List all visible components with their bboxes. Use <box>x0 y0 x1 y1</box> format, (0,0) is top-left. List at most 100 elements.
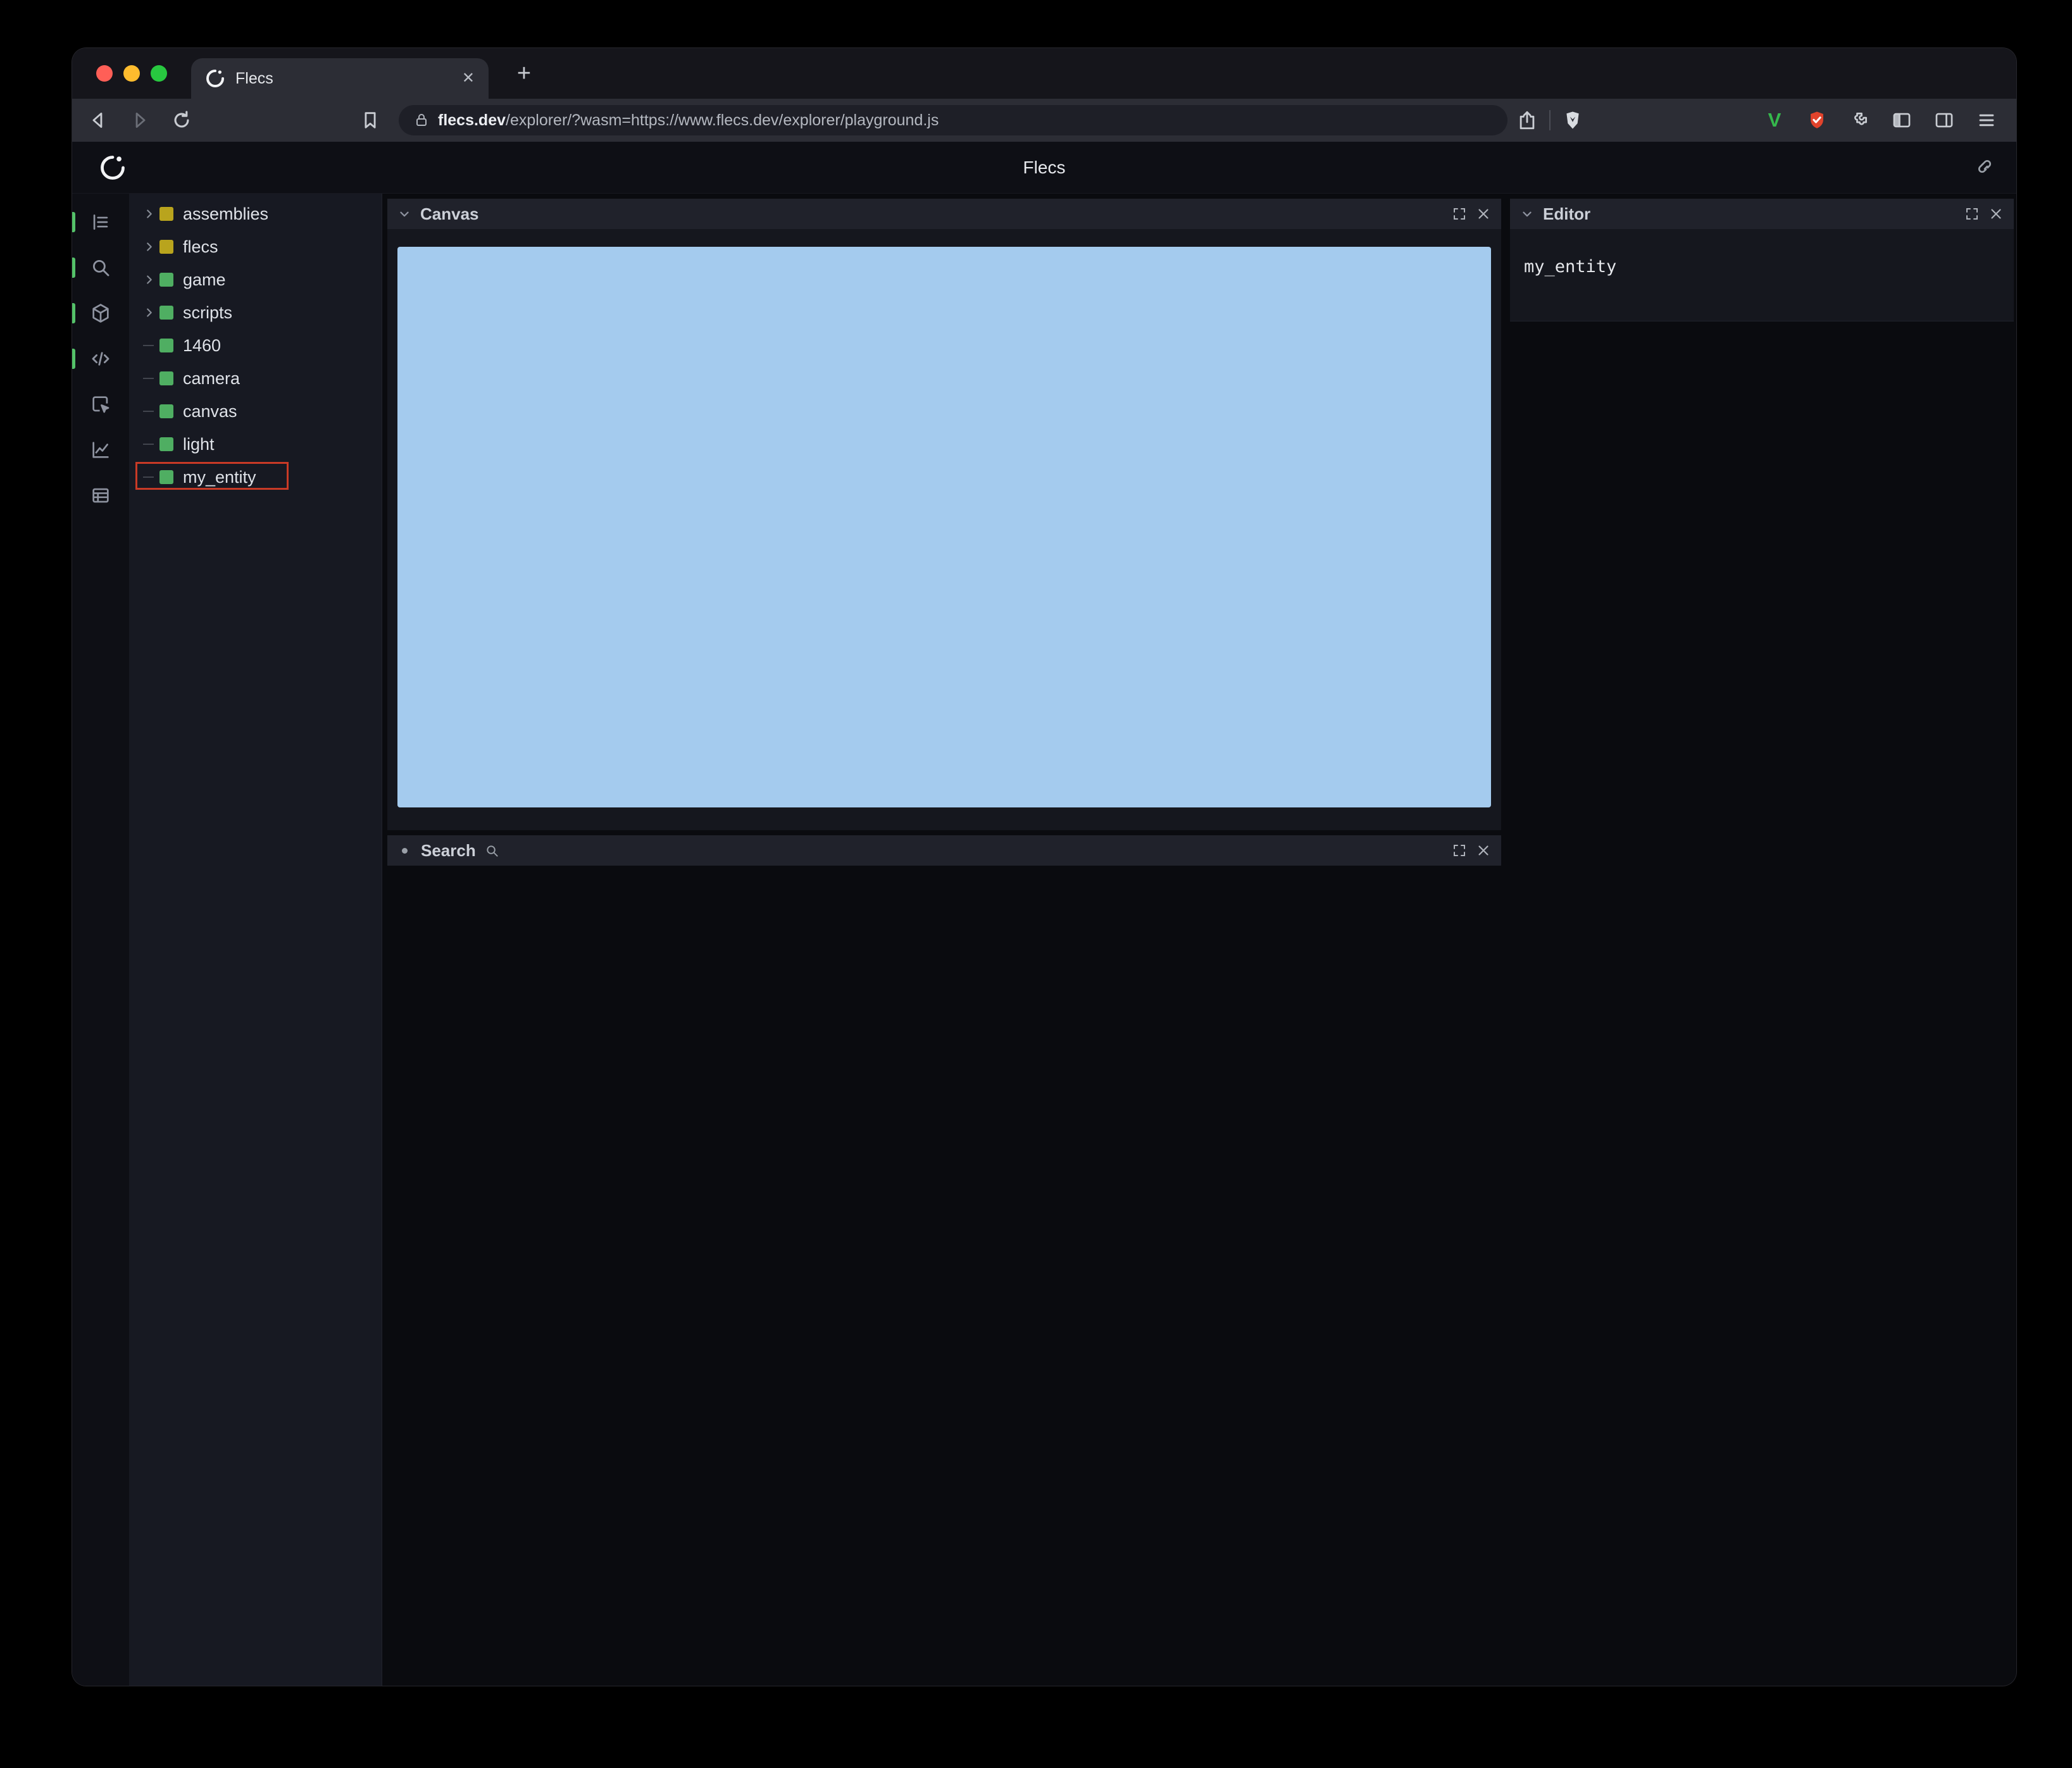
panel-title: Canvas <box>420 204 479 223</box>
active-panel-indicator <box>72 212 75 232</box>
tree-item-label: my_entity <box>183 467 256 487</box>
entity-tree-icon[interactable] <box>90 211 111 233</box>
active-panel-indicator <box>72 303 75 323</box>
collapse-chevron-icon[interactable] <box>1520 207 1534 221</box>
entity-color-square <box>159 240 173 254</box>
entity-color-square <box>159 207 173 221</box>
lock-icon <box>414 113 429 128</box>
address-bar[interactable]: flecs.dev/explorer/?wasm=https://www.fle… <box>399 105 1507 135</box>
menu-icon[interactable] <box>1976 109 1997 131</box>
page-title: Flecs <box>1023 158 1066 177</box>
expand-chevron-icon[interactable] <box>140 271 158 289</box>
expand-chevron-icon[interactable] <box>140 435 158 453</box>
tree-item-label: canvas <box>183 401 237 421</box>
expand-chevron-icon[interactable] <box>140 468 158 486</box>
zoom-window-button[interactable] <box>151 65 167 82</box>
fullscreen-icon[interactable] <box>1452 843 1467 858</box>
extension-cluster: V <box>1764 109 1997 132</box>
close-panel-icon[interactable] <box>1988 206 2004 221</box>
brave-shields-icon[interactable] <box>1562 109 1583 131</box>
share-icon[interactable] <box>1516 109 1538 131</box>
tree-leaf-dash <box>143 411 154 412</box>
sidebar-toggle-icon[interactable] <box>1891 109 1913 131</box>
browser-toolbar: flecs.dev/explorer/?wasm=https://www.fle… <box>72 99 2016 142</box>
entity-color-square <box>159 437 173 451</box>
expand-chevron-icon[interactable] <box>140 238 158 256</box>
back-button[interactable] <box>87 109 109 131</box>
search-panel: Search <box>387 835 1501 866</box>
tree-item-label: flecs <box>183 237 218 256</box>
close-window-button[interactable] <box>96 65 113 82</box>
render-canvas[interactable] <box>397 247 1491 807</box>
tree-item-1460[interactable]: 1460 <box>129 329 382 362</box>
cube-icon[interactable] <box>90 302 111 324</box>
tree-item-label: game <box>183 270 226 289</box>
close-tab-icon[interactable]: ✕ <box>462 71 475 86</box>
tree-item-label: camera <box>183 368 240 388</box>
tree-item-label: 1460 <box>183 335 222 355</box>
forward-button[interactable] <box>129 109 151 131</box>
stats-chart-icon[interactable] <box>90 439 111 461</box>
entity-color-square <box>159 404 173 418</box>
new-tab-button[interactable]: + <box>510 61 538 87</box>
reload-button[interactable] <box>171 109 192 131</box>
tree-item-game[interactable]: game <box>129 263 382 296</box>
editor-panel-body[interactable]: my_entity <box>1510 229 2014 321</box>
split-view-icon[interactable] <box>1933 109 1955 131</box>
tree-item-my_entity[interactable]: my_entity <box>129 461 382 494</box>
table-icon[interactable] <box>90 485 111 506</box>
expand-chevron-icon[interactable] <box>140 337 158 354</box>
editor-content[interactable]: my_entity <box>1524 257 1616 277</box>
entity-color-square <box>159 470 173 484</box>
tree-item-scripts[interactable]: scripts <box>129 296 382 329</box>
tree-item-flecs[interactable]: flecs <box>129 230 382 263</box>
icon-rail <box>72 194 129 1686</box>
bookmark-icon[interactable] <box>359 109 381 131</box>
search-icon[interactable] <box>90 257 111 278</box>
collapse-chevron-icon[interactable] <box>397 207 411 221</box>
v-extension-icon[interactable]: V <box>1764 109 1785 132</box>
expand-chevron-icon[interactable] <box>140 370 158 387</box>
canvas-panel: Canvas <box>387 199 1501 830</box>
extensions-puzzle-icon[interactable] <box>1849 109 1870 131</box>
shield-extension-icon[interactable] <box>1806 109 1828 131</box>
fullscreen-icon[interactable] <box>1452 206 1467 221</box>
tree-item-assemblies[interactable]: assemblies <box>129 197 382 230</box>
tree-leaf-dash <box>143 476 154 478</box>
traffic-lights <box>96 65 167 82</box>
tree-item-canvas[interactable]: canvas <box>129 395 382 428</box>
tree-leaf-dash <box>143 378 154 379</box>
tree-item-label: scripts <box>183 302 233 322</box>
expand-chevron-icon[interactable] <box>140 304 158 321</box>
url-text: flecs.dev/explorer/?wasm=https://www.fle… <box>438 111 939 130</box>
inspect-icon[interactable] <box>90 394 111 415</box>
entity-tree: assemblies flecs game scripts 1460 camer… <box>129 194 382 1686</box>
close-panel-icon[interactable] <box>1476 206 1491 221</box>
canvas-panel-body <box>387 229 1501 830</box>
entity-color-square <box>159 273 173 287</box>
app-content: assemblies flecs game scripts 1460 camer… <box>72 194 2016 1686</box>
search-magnifier-icon <box>485 844 499 858</box>
tree-item-light[interactable]: light <box>129 428 382 461</box>
browser-tab[interactable]: Flecs ✕ <box>191 58 489 99</box>
editor-panel-header: Editor <box>1510 199 2014 229</box>
active-panel-indicator <box>72 349 75 369</box>
flecs-favicon-icon <box>205 68 225 89</box>
expand-chevron-icon[interactable] <box>140 205 158 223</box>
entity-color-square <box>159 306 173 320</box>
tree-item-camera[interactable]: camera <box>129 362 382 395</box>
app-header: Flecs <box>72 142 2016 194</box>
expand-chevron-icon[interactable] <box>140 402 158 420</box>
editor-column: Editor my_entity <box>1510 199 2014 321</box>
panel-title: Search <box>421 840 476 860</box>
minimize-window-button[interactable] <box>123 65 140 82</box>
url-path: /explorer/?wasm=https://www.flecs.dev/ex… <box>506 111 939 129</box>
close-panel-icon[interactable] <box>1476 843 1491 858</box>
toolbar-divider <box>1549 110 1551 130</box>
share-link-icon[interactable] <box>1976 158 1996 178</box>
collapsed-dot-icon[interactable] <box>402 847 408 854</box>
url-domain: flecs.dev <box>438 111 506 129</box>
code-icon[interactable] <box>90 348 111 370</box>
center-column: Canvas Search <box>387 199 1501 866</box>
fullscreen-icon[interactable] <box>1964 206 1980 221</box>
